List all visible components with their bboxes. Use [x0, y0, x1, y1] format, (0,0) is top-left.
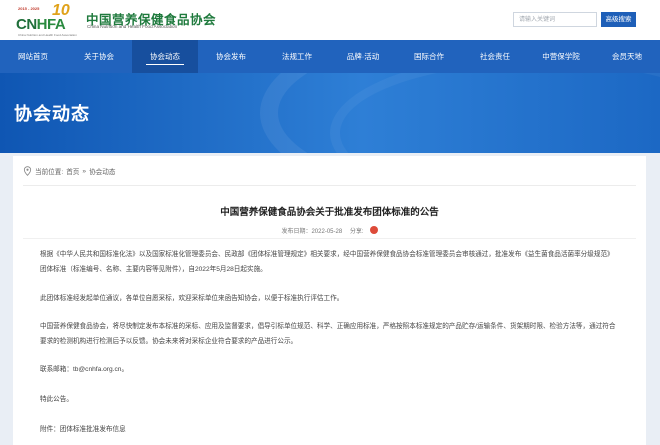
divider — [23, 238, 636, 239]
nav-item-regulations[interactable]: 法规工作 — [264, 40, 330, 73]
nav-item-international[interactable]: 国际合作 — [396, 40, 462, 73]
site-header: 2015 - 2025 10 CNHFA China Nutrition and… — [0, 0, 660, 40]
contact-email: 联系邮箱：tb@cnhfa.org.cn。 — [40, 366, 129, 373]
nav-item-social-responsibility[interactable]: 社会责任 — [462, 40, 528, 73]
logo-subtext: China Nutrition and Health Food Associat… — [18, 33, 77, 37]
article-paragraph: 特此公告。 — [40, 396, 73, 403]
search-input[interactable] — [513, 12, 597, 27]
breadcrumb-home-link[interactable]: 首页 — [66, 166, 79, 176]
publish-date: 发布日期：2022-05-28 — [281, 229, 343, 235]
logo-years: 2015 - 2025 — [18, 6, 40, 11]
advanced-search-button[interactable]: 高级搜索 — [601, 12, 636, 27]
location-pin-icon — [23, 166, 32, 176]
breadcrumb-separator: » — [82, 167, 87, 175]
nav-item-home[interactable]: 网站首页 — [0, 40, 66, 73]
section-banner: 协会动态 — [0, 73, 660, 153]
nav-item-releases[interactable]: 协会发布 — [198, 40, 264, 73]
article-title: 中国营养保健食品协会关于批准发布团体标准的公告 — [220, 207, 439, 218]
banner-title: 协会动态 — [14, 104, 90, 124]
weibo-share-icon[interactable] — [369, 226, 378, 234]
article-card: 当前位置: 首页 » 协会动态 中国营养保健食品协会关于批准发布团体标准的公告 … — [13, 156, 646, 445]
divider — [23, 185, 636, 186]
nav-item-brand-events[interactable]: 品牌·活动 — [330, 40, 396, 73]
article-paragraph: 中国营养保健食品协会，将尽快制定发布本标准的采标、应用及监督要求，倡导引标单位规… — [40, 323, 616, 345]
nav-item-academy[interactable]: 中营保学院 — [528, 40, 594, 73]
nav-item-members[interactable]: 会员天地 — [594, 40, 660, 73]
article-paragraph: 根据《中华人民共和国标准化法》以及国家标准化管理委员会、民政部《团体标准管理规定… — [40, 251, 614, 273]
main-nav: 网站首页 关于协会 协会动态 协会发布 法规工作 品牌·活动 国际合作 社会责任… — [0, 40, 660, 73]
site-logo[interactable]: 2015 - 2025 10 CNHFA China Nutrition and… — [12, 2, 82, 37]
nav-item-news[interactable]: 协会动态 — [132, 40, 198, 73]
breadcrumb-label: 当前位置: — [35, 169, 64, 176]
attachment-label[interactable]: 附件：团体标准批准发布信息 — [40, 423, 620, 438]
nav-item-about[interactable]: 关于协会 — [66, 40, 132, 73]
share-label: 分享: — [349, 229, 364, 235]
org-name-en: China Nutrition and Health Food Associat… — [87, 24, 178, 29]
article-meta: 发布日期：2022-05-28 分享: — [13, 226, 646, 235]
banner-decoration — [330, 73, 660, 153]
breadcrumb: 当前位置: 首页 » 协会动态 — [23, 166, 115, 176]
logo-wordmark: CNHFA — [16, 16, 66, 33]
breadcrumb-section-link[interactable]: 协会动态 — [89, 166, 115, 176]
article-paragraph: 此团体标准经发起单位通议，各单位自愿采标，欢迎采标单位来函告知协会，以便于标准执… — [40, 295, 344, 302]
